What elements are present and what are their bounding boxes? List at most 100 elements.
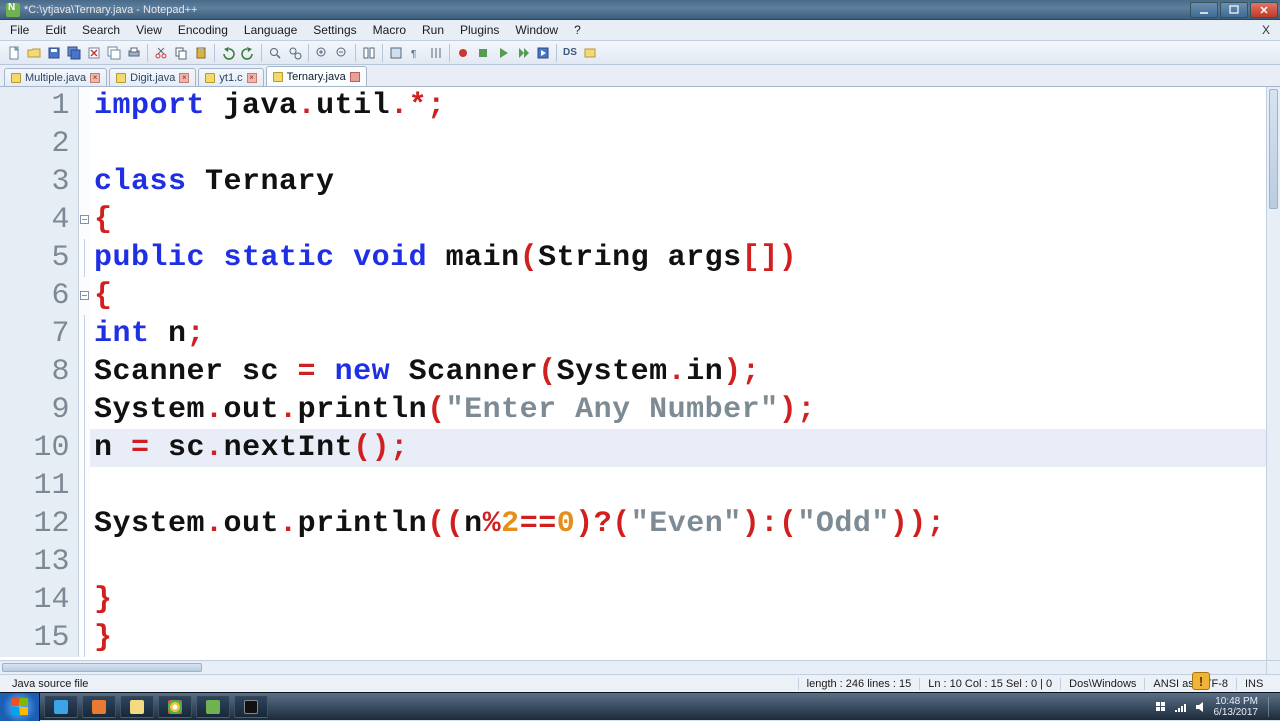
macro-play-multi-icon[interactable] [513,43,533,63]
tab-close-icon[interactable]: × [247,73,257,83]
code-content[interactable]: n = sc.nextInt(); [90,429,1266,467]
fold-gutter[interactable] [78,201,90,239]
code-line[interactable]: 11 [0,467,1266,505]
plugin-icon[interactable] [580,43,600,63]
tab-multiple-java[interactable]: Multiple.java× [4,68,107,86]
code-line[interactable]: 1import java.util.*; [0,87,1266,125]
taskbar-app-icon-1[interactable] [82,696,116,718]
code-content[interactable]: { [90,201,1266,239]
code-content[interactable]: int n; [90,315,1266,353]
menu-file[interactable]: File [2,20,37,40]
copy-icon[interactable] [171,43,191,63]
menu-plugins[interactable]: Plugins [452,20,507,40]
menu-settings[interactable]: Settings [305,20,364,40]
horizontal-scrollbar[interactable] [0,660,1266,674]
code-line[interactable]: 4{ [0,201,1266,239]
menu-edit[interactable]: Edit [37,20,74,40]
taskbar-explorer-icon[interactable] [120,696,154,718]
sync-scroll-icon[interactable] [359,43,379,63]
taskbar-notepadpp-icon[interactable] [196,696,230,718]
code-content[interactable] [90,467,1266,505]
code-line[interactable]: 14} [0,581,1266,619]
open-file-icon[interactable] [24,43,44,63]
close-file-icon[interactable] [84,43,104,63]
code-line[interactable]: 2 [0,125,1266,163]
zoom-in-icon[interactable] [312,43,332,63]
tray-flag-icon[interactable] [1154,700,1168,714]
macro-record-icon[interactable] [453,43,473,63]
tray-clock[interactable]: 10:48 PM 6/13/2017 [1214,696,1263,718]
code-line[interactable]: 9System.out.println("Enter Any Number"); [0,391,1266,429]
tab-close-icon[interactable]: × [179,73,189,83]
tab-yt1-c[interactable]: yt1.c × [198,68,263,86]
code-line[interactable]: 8Scanner sc = new Scanner(System.in); [0,353,1266,391]
vertical-scrollbar[interactable] [1266,87,1280,660]
tab-label: yt1.c [219,72,242,84]
tray-network-icon[interactable] [1174,700,1188,714]
code-content[interactable]: System.out.println((n%2==0)?("Even"):("O… [90,505,1266,543]
replace-icon[interactable] [285,43,305,63]
tab-digit-java[interactable]: Digit.java× [109,68,196,86]
start-button[interactable] [0,693,40,721]
tab-close-icon[interactable]: × [90,73,100,83]
tab-dirty-icon[interactable] [350,72,360,82]
menu-language[interactable]: Language [236,20,305,40]
code-line[interactable]: 15} [0,619,1266,657]
taskbar-ie-icon[interactable] [44,696,78,718]
code-content[interactable]: class Ternary [90,163,1266,201]
undo-icon[interactable] [218,43,238,63]
print-icon[interactable] [124,43,144,63]
code-line[interactable]: 10n = sc.nextInt(); [0,429,1266,467]
code-content[interactable]: import java.util.*; [90,87,1266,125]
menu-search[interactable]: Search [74,20,128,40]
show-all-chars-icon[interactable]: ¶ [406,43,426,63]
notification-badge[interactable]: ! [1192,672,1210,690]
new-file-icon[interactable] [4,43,24,63]
cut-icon[interactable] [151,43,171,63]
menu-close-doc[interactable]: X [1254,20,1278,40]
menu-macro[interactable]: Macro [365,20,414,40]
redo-icon[interactable] [238,43,258,63]
macro-stop-icon[interactable] [473,43,493,63]
code-line[interactable]: 12System.out.println((n%2==0)?("Even"):(… [0,505,1266,543]
code-content[interactable] [90,125,1266,163]
code-content[interactable]: } [90,581,1266,619]
code-content[interactable] [90,543,1266,581]
macro-save-icon[interactable] [533,43,553,63]
find-icon[interactable] [265,43,285,63]
tray-volume-icon[interactable] [1194,700,1208,714]
menu-window[interactable]: Window [507,20,566,40]
save-icon[interactable] [44,43,64,63]
code-content[interactable]: } [90,619,1266,657]
code-content[interactable]: Scanner sc = new Scanner(System.in); [90,353,1266,391]
macro-play-icon[interactable] [493,43,513,63]
show-desktop-button[interactable] [1268,697,1276,717]
code-content[interactable]: System.out.println("Enter Any Number"); [90,391,1266,429]
menu-encoding[interactable]: Encoding [170,20,236,40]
save-all-icon[interactable] [64,43,84,63]
fold-gutter[interactable] [78,277,90,315]
code-editor[interactable]: 1import java.util.*;23class Ternary4{5pu… [0,87,1266,657]
code-line[interactable]: 5public static void main(String args[]) [0,239,1266,277]
menu-view[interactable]: View [128,20,170,40]
indent-guide-icon[interactable] [426,43,446,63]
code-content[interactable]: { [90,277,1266,315]
maximize-button[interactable] [1220,2,1248,18]
zoom-out-icon[interactable] [332,43,352,63]
tab-ternary-java[interactable]: Ternary.java [266,66,367,86]
minimize-button[interactable] [1190,2,1218,18]
code-line[interactable]: 7int n; [0,315,1266,353]
close-button[interactable] [1250,2,1278,18]
code-line[interactable]: 13 [0,543,1266,581]
menu-run[interactable]: Run [414,20,452,40]
paste-icon[interactable] [191,43,211,63]
menu-q[interactable]: ? [566,20,589,40]
toolbar-text-button[interactable]: DS [560,47,580,58]
code-content[interactable]: public static void main(String args[]) [90,239,1266,277]
code-line[interactable]: 3class Ternary [0,163,1266,201]
code-line[interactable]: 6{ [0,277,1266,315]
taskbar-cmd-icon[interactable] [234,696,268,718]
taskbar-chrome-icon[interactable] [158,696,192,718]
word-wrap-icon[interactable] [386,43,406,63]
close-all-icon[interactable] [104,43,124,63]
